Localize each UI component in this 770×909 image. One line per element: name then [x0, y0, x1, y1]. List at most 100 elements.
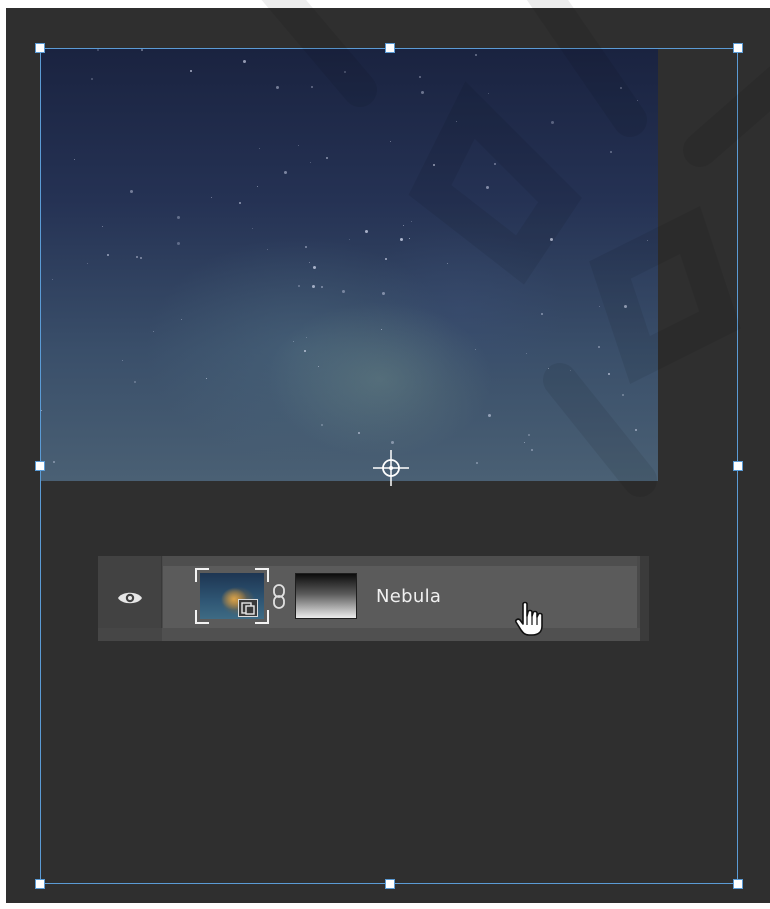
star-speck [318, 366, 319, 367]
star-speck [252, 228, 253, 229]
star-speck [321, 424, 323, 426]
star-speck [570, 370, 571, 371]
star-speck [476, 462, 478, 464]
transform-handle-middle-right[interactable] [733, 461, 743, 471]
star-speck [599, 306, 600, 307]
star-speck [181, 319, 182, 320]
star-speck [257, 186, 258, 187]
star-speck [293, 341, 294, 342]
star-speck [382, 292, 385, 295]
transform-handle-bottom-center[interactable] [385, 879, 395, 889]
star-speck [97, 49, 99, 51]
eye-icon[interactable] [117, 590, 143, 606]
star-speck [298, 285, 300, 287]
star-speck [610, 151, 612, 153]
star-speck [475, 349, 476, 350]
star-speck [342, 290, 345, 293]
star-speck [91, 78, 93, 80]
star-speck [87, 263, 88, 264]
layers-panel-scrollbar[interactable] [640, 556, 649, 641]
star-speck [391, 441, 394, 444]
layer-row-top-strip [163, 556, 637, 566]
star-speck [311, 86, 313, 88]
star-speck [306, 337, 307, 338]
layer-name[interactable]: Nebula [376, 586, 441, 607]
star-speck [267, 249, 268, 250]
star-speck [528, 434, 530, 436]
star-speck [136, 256, 138, 258]
star-speck [309, 262, 310, 263]
star-speck [349, 239, 350, 240]
star-speck [304, 350, 306, 352]
transform-handle-top-left[interactable] [35, 43, 45, 53]
transform-handle-bottom-left[interactable] [35, 879, 45, 889]
star-speck [620, 87, 622, 89]
star-speck [456, 121, 457, 122]
star-speck [488, 414, 491, 417]
star-speck [411, 221, 412, 222]
star-speck [637, 100, 638, 101]
star-speck [298, 145, 299, 146]
star-speck [53, 461, 55, 463]
hand-pointer-cursor-icon [515, 601, 543, 636]
star-speck [122, 360, 123, 361]
layer-thumbnail[interactable] [195, 568, 269, 624]
nebula-image-layer[interactable] [40, 49, 658, 481]
star-speck [403, 225, 404, 226]
star-speck [400, 238, 403, 241]
star-speck [313, 266, 316, 269]
star-speck [305, 246, 307, 248]
star-speck [486, 186, 489, 189]
star-speck [635, 429, 637, 431]
crosshair-reference-point-icon[interactable] [373, 450, 409, 486]
star-speck [647, 240, 648, 241]
star-speck [421, 91, 424, 94]
star-speck [321, 286, 323, 288]
star-speck [177, 242, 180, 245]
visibility-toggle[interactable] [98, 556, 162, 628]
star-speck [130, 190, 133, 193]
star-speck [624, 305, 627, 308]
star-speck [433, 164, 435, 166]
layer-mask-thumbnail[interactable] [295, 573, 357, 619]
star-speck [153, 331, 154, 332]
star-speck [276, 86, 279, 89]
star-speck [310, 162, 311, 163]
star-speck [608, 373, 610, 375]
star-speck [526, 353, 527, 354]
star-speck [326, 157, 328, 159]
transform-handle-bottom-right[interactable] [733, 879, 743, 889]
star-speck [177, 216, 180, 219]
star-speck [190, 70, 192, 72]
star-speck [41, 410, 42, 411]
star-speck [52, 279, 53, 280]
star-speck [598, 346, 600, 348]
transform-handle-top-center[interactable] [385, 43, 395, 53]
star-speck [239, 202, 241, 204]
star-speck [524, 442, 525, 443]
transform-handle-middle-left[interactable] [35, 461, 45, 471]
star-speck [409, 238, 410, 239]
star-speck [550, 238, 553, 241]
star-speck [365, 230, 368, 233]
star-speck [140, 257, 142, 259]
transform-handle-top-right[interactable] [733, 43, 743, 53]
star-speck [622, 394, 624, 396]
photoshop-screenshot: Nebula [0, 0, 770, 909]
star-speck [548, 368, 549, 369]
chain-link-icon[interactable] [272, 584, 286, 610]
star-speck [551, 121, 554, 124]
star-speck [447, 263, 448, 264]
star-speck [211, 197, 212, 198]
star-speck [475, 54, 477, 56]
star-speck [141, 49, 143, 51]
star-speck [259, 148, 260, 149]
layer-row-nebula[interactable]: Nebula [98, 556, 649, 641]
star-speck [102, 226, 103, 227]
star-speck [358, 432, 360, 434]
star-speck [206, 378, 207, 379]
star-speck [107, 254, 109, 256]
star-speck [243, 60, 246, 63]
smart-object-badge-icon [238, 599, 258, 617]
star-speck [531, 449, 533, 451]
